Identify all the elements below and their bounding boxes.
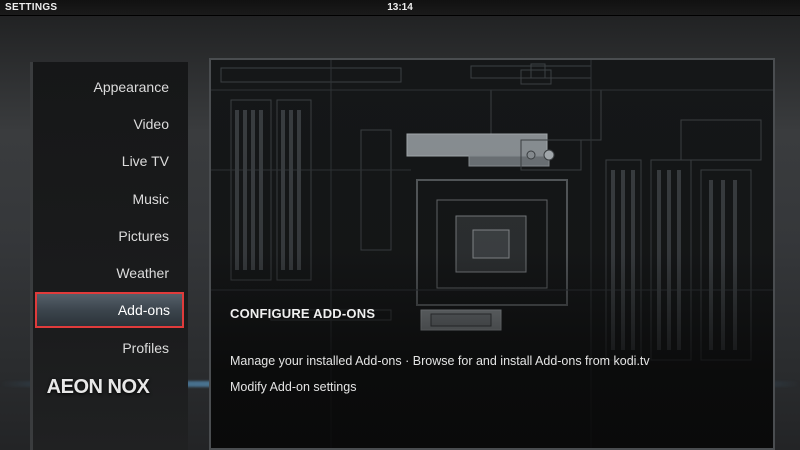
menu-item-appearance[interactable]: Appearance (35, 70, 181, 104)
info-panel: CONFIGURE ADD-ONS Manage your installed … (209, 58, 775, 450)
menu-item-label: Weather (116, 265, 169, 281)
menu-item-label: Profiles (122, 340, 169, 356)
menu-item-add-ons[interactable]: Add-ons (35, 292, 184, 328)
menu-item-video[interactable]: Video (35, 107, 181, 141)
menu-item-label: Video (133, 116, 169, 132)
info-description-line-2: Modify Add-on settings (230, 380, 357, 394)
info-title: CONFIGURE ADD-ONS (230, 306, 376, 321)
menu-item-label: Music (132, 191, 169, 207)
clock: 13:14 (387, 2, 413, 13)
menu-item-music[interactable]: Music (35, 182, 181, 216)
menu-item-label: Live TV (121, 153, 169, 169)
skin-logo: AEON NOX (46, 376, 150, 398)
menu-item-label: Add-ons (117, 302, 170, 318)
menu-item-label: Appearance (93, 79, 169, 95)
menu-item-label: Pictures (118, 228, 169, 244)
info-description-line-1: Manage your installed Add-ons · Browse f… (230, 354, 650, 368)
menu-item-pictures[interactable]: Pictures (35, 219, 181, 253)
menu-item-live-tv[interactable]: Live TV (35, 144, 181, 178)
top-bar: SETTINGS 13:14 (0, 0, 800, 16)
menu-item-profiles[interactable]: Profiles (35, 331, 181, 365)
menu-item-weather[interactable]: Weather (35, 256, 181, 290)
